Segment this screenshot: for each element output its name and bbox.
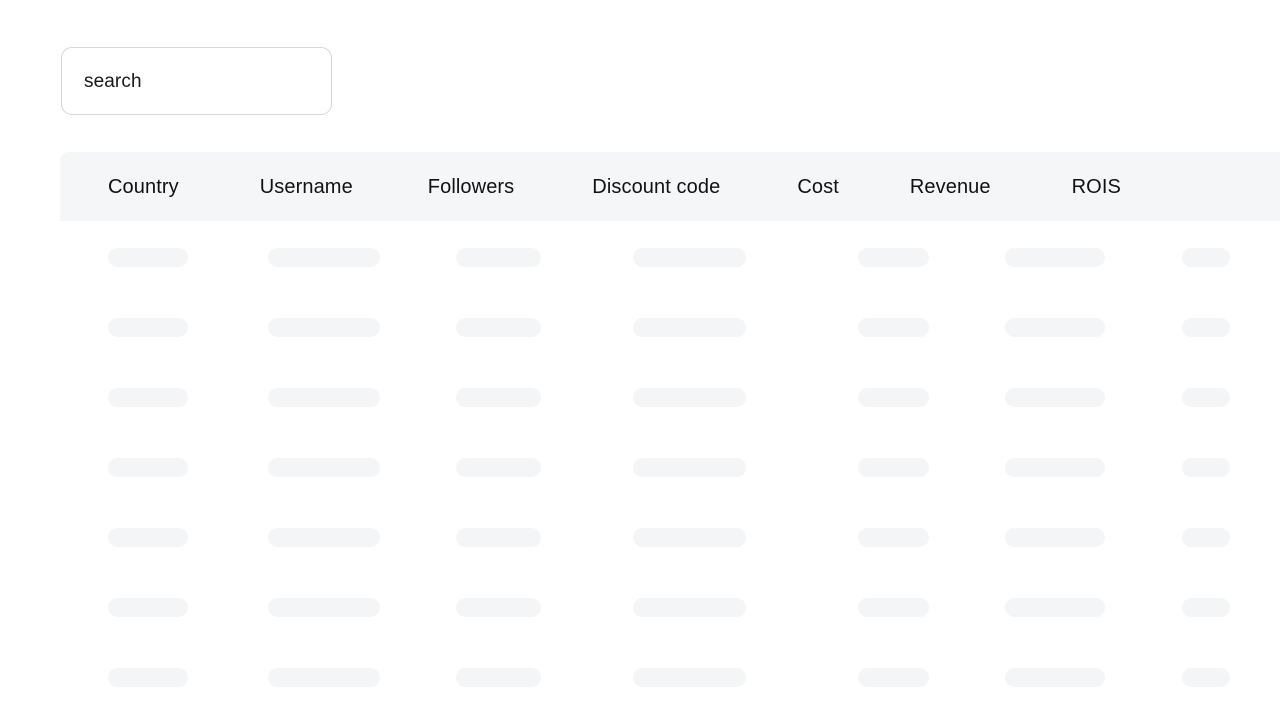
skeleton-cell-revenue [1005, 248, 1105, 267]
skeleton-cell-country [108, 458, 188, 477]
skeleton-cell-discount [633, 598, 746, 617]
skeleton-cell-discount [633, 668, 746, 687]
skeleton-cell-rois [1182, 528, 1230, 547]
skeleton-cell-followers [456, 668, 541, 687]
table-row [60, 668, 1280, 720]
skeleton-cell-country [108, 318, 188, 337]
table-row [60, 458, 1280, 528]
skeleton-cell-country [108, 668, 188, 687]
skeleton-cell-discount [633, 458, 746, 477]
skeleton-cell-followers [456, 318, 541, 337]
skeleton-cell-cost [858, 528, 929, 547]
search-input[interactable]: search [61, 47, 332, 115]
skeleton-cell-username [268, 318, 380, 337]
skeleton-cell-username [268, 248, 380, 267]
skeleton-cell-cost [858, 318, 929, 337]
skeleton-cell-revenue [1005, 528, 1105, 547]
skeleton-cell-discount [633, 248, 746, 267]
skeleton-cell-discount [633, 318, 746, 337]
skeleton-cell-rois [1182, 668, 1230, 687]
skeleton-cell-username [268, 668, 380, 687]
column-header-username[interactable]: Username [260, 177, 353, 197]
skeleton-cell-followers [456, 388, 541, 407]
skeleton-cell-rois [1182, 458, 1230, 477]
column-header-followers[interactable]: Followers [428, 177, 514, 197]
skeleton-cell-username [268, 388, 380, 407]
skeleton-cell-rois [1182, 388, 1230, 407]
skeleton-cell-followers [456, 458, 541, 477]
skeleton-cell-username [268, 458, 380, 477]
table-row [60, 248, 1280, 318]
table-header-row: Country Username Followers Discount code… [60, 152, 1280, 221]
column-header-country[interactable]: Country [108, 177, 179, 197]
table-row [60, 528, 1280, 598]
data-table: Country Username Followers Discount code… [60, 152, 1280, 720]
skeleton-cell-revenue [1005, 668, 1105, 687]
table-row [60, 388, 1280, 458]
skeleton-cell-discount [633, 388, 746, 407]
skeleton-cell-country [108, 528, 188, 547]
skeleton-cell-username [268, 598, 380, 617]
column-header-revenue[interactable]: Revenue [910, 177, 991, 197]
column-header-cost[interactable]: Cost [797, 177, 839, 197]
skeleton-cell-country [108, 598, 188, 617]
skeleton-cell-rois [1182, 248, 1230, 267]
skeleton-cell-followers [456, 598, 541, 617]
skeleton-cell-revenue [1005, 388, 1105, 407]
skeleton-cell-revenue [1005, 318, 1105, 337]
table-row [60, 598, 1280, 668]
skeleton-cell-rois [1182, 598, 1230, 617]
skeleton-cell-country [108, 388, 188, 407]
column-header-discount-code[interactable]: Discount code [592, 177, 720, 197]
page-root: search Country Username Followers Discou… [0, 0, 1280, 720]
table-body [60, 221, 1280, 720]
skeleton-cell-country [108, 248, 188, 267]
skeleton-cell-cost [858, 248, 929, 267]
skeleton-cell-discount [633, 528, 746, 547]
skeleton-cell-cost [858, 458, 929, 477]
skeleton-cell-followers [456, 248, 541, 267]
table-row [60, 318, 1280, 388]
search-field-wrapper: search [61, 47, 332, 115]
skeleton-cell-rois [1182, 318, 1230, 337]
skeleton-cell-revenue [1005, 458, 1105, 477]
search-input-value: search [84, 70, 142, 92]
skeleton-cell-username [268, 528, 380, 547]
skeleton-cell-revenue [1005, 598, 1105, 617]
skeleton-cell-followers [456, 528, 541, 547]
skeleton-cell-cost [858, 598, 929, 617]
column-header-rois[interactable]: ROIS [1072, 177, 1121, 197]
skeleton-cell-cost [858, 668, 929, 687]
skeleton-cell-cost [858, 388, 929, 407]
